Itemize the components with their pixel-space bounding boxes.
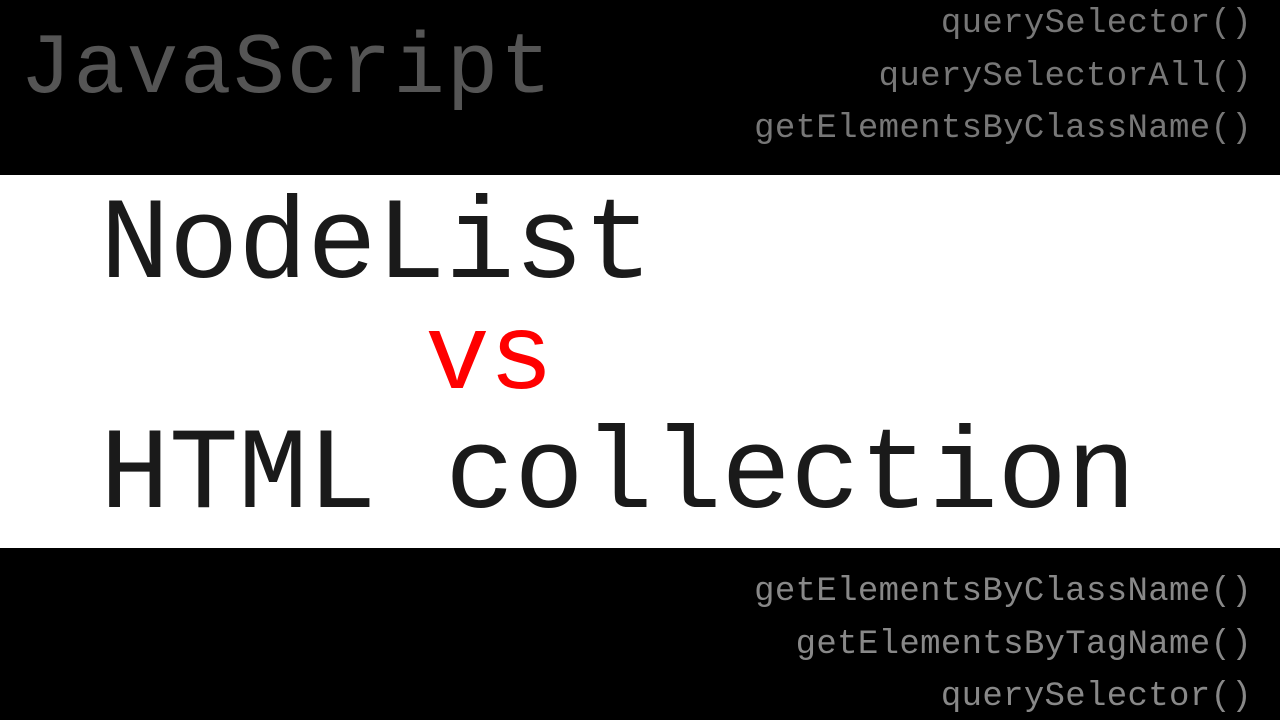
top-methods-list: querySelector() querySelectorAll() getEl… [754,0,1252,156]
method-text: getElementsByTagName() [754,619,1252,672]
method-text: querySelector() [754,0,1252,51]
footer-region: getElementsByClassName() getElementsByTa… [0,548,1280,720]
method-text: getElementsByClassName() [754,566,1252,619]
bottom-methods-list: getElementsByClassName() getElementsByTa… [754,566,1252,720]
method-text: getElementsByClassName() [754,103,1252,156]
title-line-vs: vs [100,304,1280,417]
method-text: querySelector() [754,671,1252,720]
title-line-1: NodeList [100,188,1280,304]
header-title: JavaScript [20,20,553,118]
method-text: querySelectorAll() [754,51,1252,104]
main-title-region: NodeList vs HTML collection [0,175,1280,548]
title-line-2: HTML collection [100,417,1280,535]
header-region: JavaScript querySelector() querySelector… [0,0,1280,175]
